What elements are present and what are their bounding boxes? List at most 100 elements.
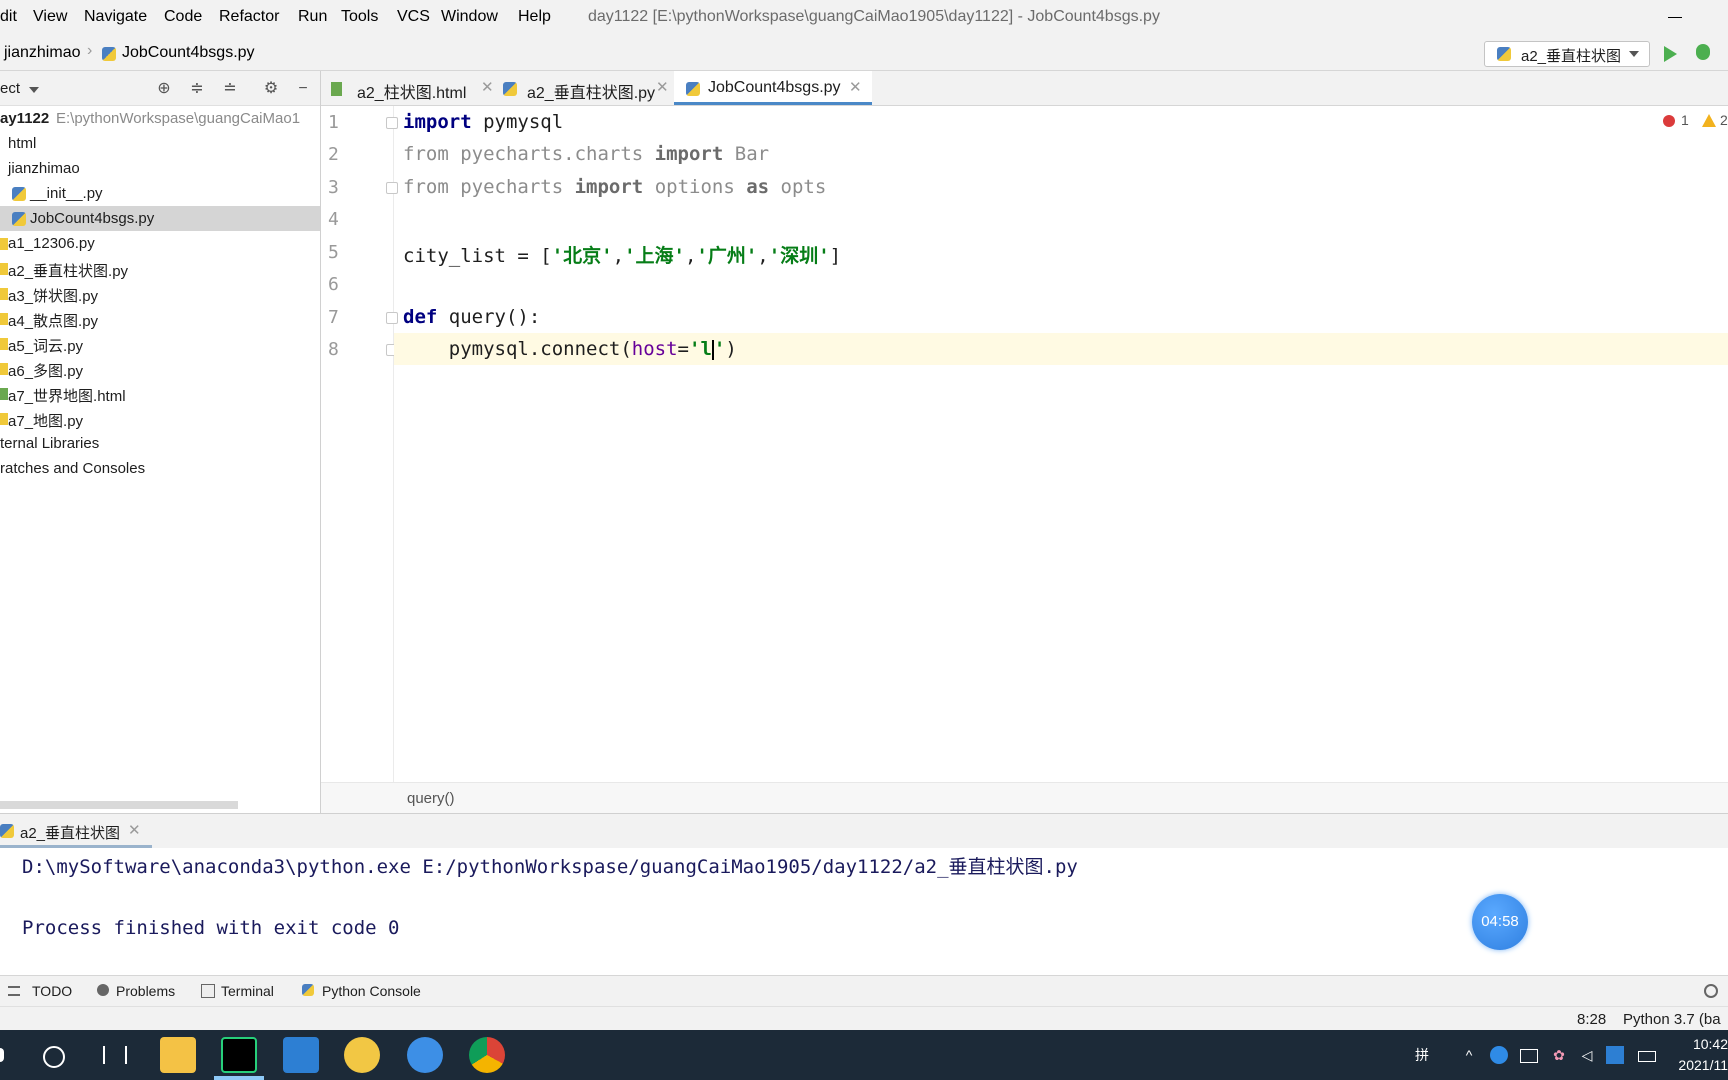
project-horizontal-scrollbar[interactable] bbox=[0, 801, 238, 809]
run-tab[interactable]: a2_垂直柱状图 ✕ bbox=[0, 814, 152, 848]
tree-item-jobcount[interactable]: JobCount4bsgs.py bbox=[0, 206, 320, 231]
code-token: = bbox=[677, 338, 689, 360]
chevron-up-icon[interactable]: ^ bbox=[1460, 1046, 1478, 1064]
vscode-like-icon[interactable] bbox=[283, 1037, 319, 1073]
chevron-down-icon[interactable] bbox=[29, 87, 39, 93]
console-command-line: D:\mySoftware\anaconda3\python.exe E:/py… bbox=[22, 856, 1078, 878]
code-line: from pyecharts import options as opts bbox=[394, 171, 1728, 203]
minimize-icon[interactable] bbox=[1668, 17, 1682, 18]
toolwindow-todo[interactable]: TODO bbox=[32, 983, 72, 999]
close-icon[interactable]: ✕ bbox=[849, 78, 862, 96]
task-view-icon[interactable] bbox=[103, 1046, 127, 1064]
tab-a2-html[interactable]: a2_柱状图.html ✕ bbox=[331, 71, 494, 105]
run-button[interactable] bbox=[1664, 46, 1677, 62]
gear-icon[interactable]: ⚙ bbox=[262, 80, 280, 98]
code-token: 'l bbox=[689, 338, 712, 360]
menu-navigate[interactable]: Navigate bbox=[84, 8, 147, 26]
toolwindow-python-console[interactable]: Python Console bbox=[322, 983, 421, 999]
code-editor[interactable]: import pymysql from pyecharts.charts imp… bbox=[394, 106, 1728, 782]
tray-ve-icon[interactable] bbox=[1606, 1046, 1624, 1064]
pycharm-icon[interactable] bbox=[221, 1037, 257, 1073]
menu-edit[interactable]: dit bbox=[0, 8, 17, 26]
menu-code[interactable]: Code bbox=[164, 8, 202, 26]
menu-view[interactable]: View bbox=[33, 8, 67, 26]
tree-item-label: JobCount4bsgs.py bbox=[30, 210, 155, 227]
status-bar: 8:28 Python 3.7 (ba bbox=[0, 1006, 1728, 1031]
python-file-icon bbox=[0, 313, 8, 325]
tree-item-a7-html[interactable]: a7_世界地图.html bbox=[0, 381, 320, 406]
code-token: '上海' bbox=[624, 245, 685, 267]
code-token: query(): bbox=[437, 306, 541, 328]
interpreter-status[interactable]: Python 3.7 (ba bbox=[1623, 1011, 1721, 1028]
project-tree: ay1122 E:\pythonWorkspase\guangCaiMao1 h… bbox=[0, 106, 320, 806]
active-app-indicator bbox=[214, 1076, 264, 1080]
start-icon[interactable] bbox=[0, 1048, 4, 1062]
close-icon[interactable]: ✕ bbox=[656, 78, 669, 96]
menu-tools[interactable]: Tools bbox=[341, 8, 378, 26]
cursor-position[interactable]: 8:28 bbox=[1577, 1011, 1606, 1028]
tree-item-a5[interactable]: a5_词云.py bbox=[0, 331, 320, 356]
hide-panel-icon[interactable]: − bbox=[294, 80, 312, 98]
messenger-icon[interactable] bbox=[407, 1037, 443, 1073]
expand-all-icon[interactable]: ≑ bbox=[188, 80, 206, 98]
tree-item-html[interactable]: html bbox=[0, 131, 320, 156]
toolwindow-problems[interactable]: Problems bbox=[116, 983, 175, 999]
collapse-all-icon[interactable]: ≐ bbox=[221, 80, 239, 98]
tree-item-external-libraries[interactable]: ternal Libraries bbox=[0, 431, 320, 456]
run-console[interactable]: D:\mySoftware\anaconda3\python.exe E:/py… bbox=[0, 848, 1728, 975]
menu-help[interactable]: Help bbox=[518, 8, 551, 26]
tree-root[interactable]: ay1122 E:\pythonWorkspase\guangCaiMao1 bbox=[0, 106, 320, 131]
tab-a2-py[interactable]: a2_垂直柱状图.py ✕ bbox=[503, 71, 673, 105]
tree-item-a7-py[interactable]: a7_地图.py bbox=[0, 406, 320, 431]
tray-app-icon[interactable] bbox=[1490, 1046, 1508, 1064]
ime-indicator[interactable]: 拼 bbox=[1413, 1046, 1431, 1064]
tree-item-a2[interactable]: a2_垂直柱状图.py bbox=[0, 256, 320, 281]
code-token: '北京' bbox=[551, 245, 613, 267]
tree-item-a1[interactable]: a1_12306.py bbox=[0, 231, 320, 256]
clock-time: 10:42 bbox=[1692, 1036, 1728, 1052]
nav-crumb-file[interactable]: JobCount4bsgs.py bbox=[122, 44, 255, 62]
tree-root-path: E:\pythonWorkspase\guangCaiMao1 bbox=[56, 110, 301, 127]
terminal-icon bbox=[201, 984, 215, 998]
close-icon[interactable]: ✕ bbox=[481, 78, 494, 96]
code-token: from bbox=[403, 176, 449, 198]
tree-item-a3[interactable]: a3_饼状图.py bbox=[0, 281, 320, 306]
volume-icon[interactable]: ◁ bbox=[1578, 1046, 1596, 1064]
chat-app-icon[interactable] bbox=[344, 1037, 380, 1073]
system-clock[interactable]: 10:42 2021/11 bbox=[1668, 1034, 1728, 1076]
toolwindow-terminal[interactable]: Terminal bbox=[221, 983, 274, 999]
tool-window-bar: TODO Problems Terminal Python Console bbox=[0, 975, 1728, 1006]
window-title: day1122 [E:\pythonWorkspase\guangCaiMao1… bbox=[588, 8, 1160, 25]
search-icon[interactable] bbox=[43, 1046, 65, 1068]
menu-vcs[interactable]: VCS bbox=[397, 8, 430, 26]
file-explorer-icon[interactable] bbox=[160, 1037, 196, 1073]
python-file-icon bbox=[12, 187, 26, 201]
debug-button[interactable] bbox=[1696, 44, 1710, 60]
menu-window[interactable]: Window bbox=[441, 8, 498, 26]
menu-run[interactable]: Run bbox=[298, 8, 327, 26]
locate-icon[interactable]: ⊕ bbox=[155, 80, 173, 98]
chrome-icon[interactable] bbox=[469, 1037, 505, 1073]
close-icon[interactable]: ✕ bbox=[128, 821, 141, 839]
breadcrumb-function[interactable]: query() bbox=[407, 790, 455, 807]
line-number: 4 bbox=[328, 209, 339, 230]
tree-item-init[interactable]: __init__.py bbox=[0, 181, 320, 206]
nav-crumb-package[interactable]: jianzhimao bbox=[4, 44, 80, 62]
console-exit-line: Process finished with exit code 0 bbox=[22, 917, 400, 939]
recording-timer[interactable]: 04:58 bbox=[1472, 894, 1528, 950]
code-token: '广州' bbox=[696, 245, 758, 267]
tree-item-jianzhimao[interactable]: jianzhimao bbox=[0, 156, 320, 181]
battery-icon[interactable] bbox=[1638, 1051, 1656, 1062]
menu-refactor[interactable]: Refactor bbox=[219, 8, 279, 26]
tab-jobcount[interactable]: JobCount4bsgs.py ✕ bbox=[674, 71, 872, 105]
tree-item-a4[interactable]: a4_散点图.py bbox=[0, 306, 320, 331]
tree-item-a6[interactable]: a6_多图.py bbox=[0, 356, 320, 381]
tree-item-scratches[interactable]: ratches and Consoles bbox=[0, 456, 320, 481]
flower-icon[interactable]: ✿ bbox=[1550, 1046, 1568, 1064]
network-icon[interactable] bbox=[1520, 1049, 1538, 1063]
project-view-selector[interactable]: ect bbox=[0, 80, 20, 97]
run-config-select[interactable]: a2_垂直柱状图 bbox=[1484, 41, 1650, 67]
editor-gutter bbox=[321, 106, 394, 782]
event-log-icon[interactable] bbox=[1704, 984, 1718, 998]
tree-item-label: __init__.py bbox=[30, 185, 103, 202]
